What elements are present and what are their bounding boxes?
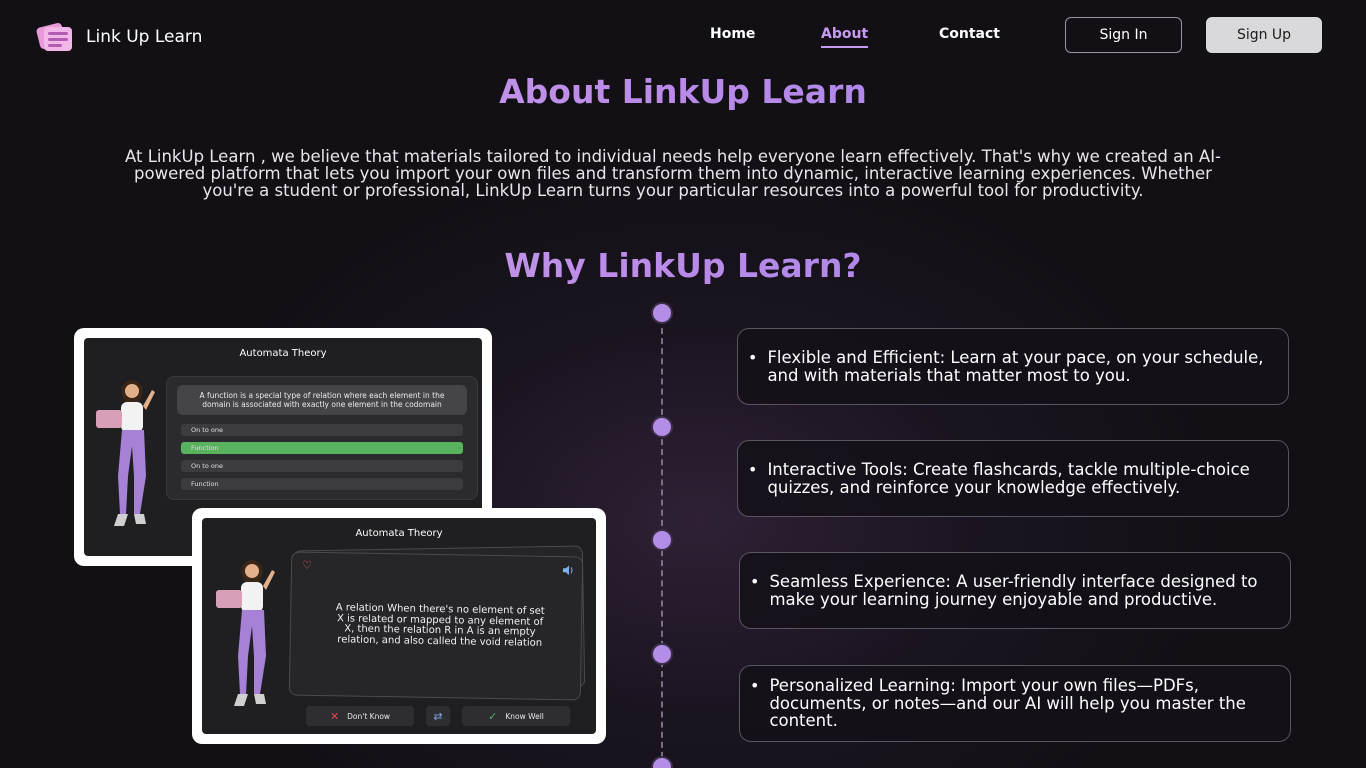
feature-text: Flexible and Efficient: Learn at your pa… — [767, 348, 1264, 385]
about-title: About LinkUp Learn — [0, 72, 1366, 111]
heart-icon[interactable]: ♡ — [302, 559, 312, 572]
flashcard-preview-title: Automata Theory — [355, 528, 443, 539]
timeline-dot — [653, 304, 671, 322]
x-icon: ✕ — [329, 709, 340, 723]
flip-button[interactable]: ⇄ — [426, 706, 450, 726]
flashcard-text: A relation When there's no element of se… — [335, 602, 545, 649]
about-description: At LinkUp Learn , we believe that materi… — [124, 147, 1222, 200]
dont-know-button[interactable]: ✕ Don't Know — [306, 706, 414, 726]
feature-card-seamless: • Seamless Experience: A user-friendly i… — [739, 552, 1291, 629]
quiz-question: A function is a special type of relation… — [177, 385, 467, 415]
bullet: • — [750, 676, 760, 696]
feature-card-interactive-tools: • Interactive Tools: Create flashcards, … — [737, 440, 1289, 517]
bullet: • — [750, 572, 760, 591]
top-nav: Link Up Learn Home About Contact Sign In… — [0, 0, 1366, 70]
bullet: • — [748, 348, 758, 367]
quiz-preview-title: Automata Theory — [239, 348, 327, 359]
flashcard[interactable]: ♡ A relation When there's no element of … — [288, 551, 584, 701]
flashcard-preview-screen: Automata Theory ♡ A relation When there'… — [202, 518, 596, 734]
brand-logo[interactable]: Link Up Learn — [36, 17, 202, 57]
feature-text: Seamless Experience: A user-friendly int… — [769, 572, 1258, 609]
timeline-dot — [653, 758, 671, 768]
feature-text: Interactive Tools: Create flashcards, ta… — [767, 460, 1250, 497]
feature-text: Personalized Learning: Import your own f… — [769, 676, 1246, 731]
student-illustration — [216, 560, 275, 706]
flashcard-preview-tablet: Automata Theory ♡ A relation When there'… — [192, 508, 606, 744]
student-illustration — [96, 380, 155, 526]
why-title: Why LinkUp Learn? — [0, 246, 1366, 285]
brand-name: Link Up Learn — [86, 27, 203, 47]
timeline-dot — [653, 531, 671, 549]
quiz-card: A function is a special type of relation… — [166, 376, 478, 500]
quiz-option[interactable]: On to one — [181, 424, 463, 436]
nav-link-home[interactable]: Home — [710, 26, 755, 42]
repeat-icon: ⇄ — [433, 709, 443, 723]
bullet: • — [748, 460, 758, 479]
dont-know-label: Don't Know — [347, 711, 391, 721]
nav-link-contact[interactable]: Contact — [939, 26, 1000, 42]
check-icon: ✓ — [488, 709, 498, 723]
know-well-button[interactable]: ✓ Know Well — [462, 706, 570, 726]
quiz-option[interactable]: Function — [181, 478, 463, 490]
speaker-icon[interactable] — [562, 565, 574, 576]
timeline-dot — [653, 645, 671, 663]
quiz-option[interactable]: On to one — [181, 460, 463, 472]
quiz-option-correct[interactable]: Function — [181, 442, 463, 454]
feature-card-flexible: • Flexible and Efficient: Learn at your … — [737, 328, 1289, 405]
timeline-dot — [653, 418, 671, 436]
cards-logo-icon — [36, 17, 76, 57]
feature-card-personalized: • Personalized Learning: Import your own… — [739, 665, 1291, 742]
sign-in-button[interactable]: Sign In — [1065, 17, 1182, 53]
know-well-label: Know Well — [505, 711, 544, 721]
sign-up-button[interactable]: Sign Up — [1206, 17, 1322, 53]
nav-link-about[interactable]: About — [821, 26, 869, 48]
